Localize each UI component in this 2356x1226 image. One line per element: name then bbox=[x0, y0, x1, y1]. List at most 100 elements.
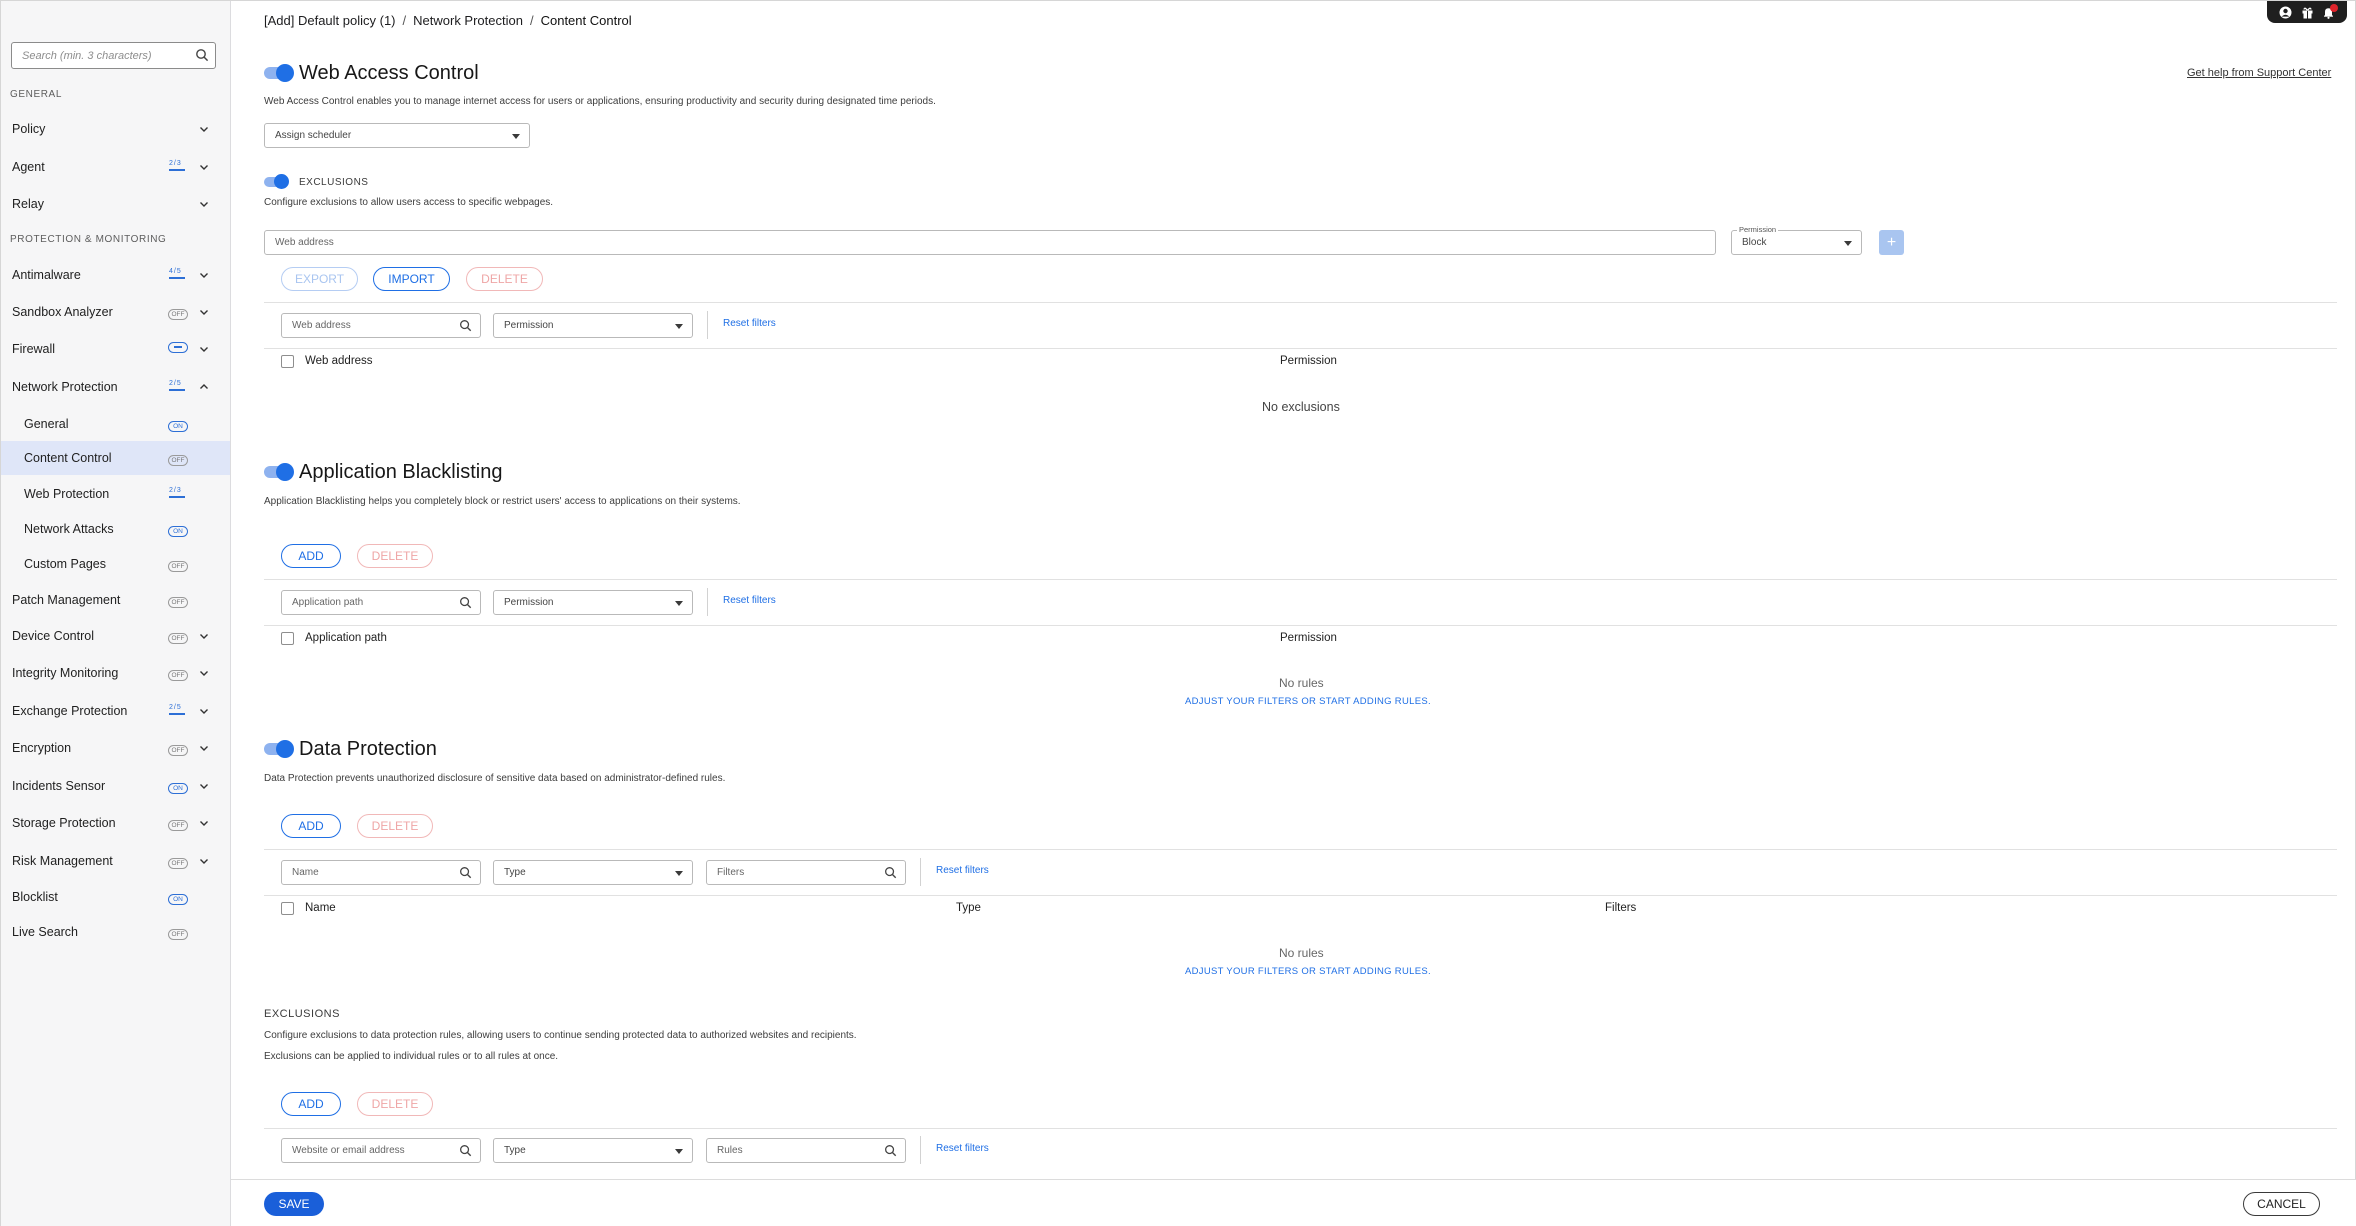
sidebar-item-live-search[interactable]: Live Search OFF bbox=[1, 915, 230, 949]
sidebar-subitem-web-protection[interactable]: Web Protection 2/3 bbox=[1, 477, 230, 511]
sidebar-search-input[interactable] bbox=[12, 43, 182, 68]
column-header-permission[interactable]: Permission bbox=[1280, 355, 1337, 367]
search-icon[interactable] bbox=[884, 1144, 897, 1160]
search-icon[interactable] bbox=[459, 1144, 472, 1160]
filter-name-input[interactable]: Name bbox=[281, 860, 481, 885]
chevron-down-icon[interactable] bbox=[199, 198, 209, 212]
sidebar-item-antimalware[interactable]: Antimalware 4/5 bbox=[1, 258, 230, 292]
chevron-down-icon[interactable] bbox=[199, 667, 209, 681]
reset-filters-link[interactable]: Reset filters bbox=[723, 318, 776, 329]
column-header-web-address[interactable]: Web address bbox=[305, 355, 373, 367]
add-button[interactable]: ADD bbox=[281, 814, 341, 838]
adjust-filters-link[interactable]: ADJUST YOUR FILTERS OR START ADDING RULE… bbox=[1185, 966, 1431, 977]
delete-button[interactable]: DELETE bbox=[466, 267, 543, 291]
search-icon[interactable] bbox=[195, 48, 209, 67]
sidebar-item-label: Risk Management bbox=[12, 854, 113, 868]
search-icon[interactable] bbox=[459, 319, 472, 335]
column-header-filters[interactable]: Filters bbox=[1605, 902, 1636, 914]
chevron-down-icon[interactable] bbox=[199, 123, 209, 137]
gift-icon[interactable] bbox=[2301, 6, 2314, 19]
sidebar-item-network-protection[interactable]: Network Protection 2/5 bbox=[1, 370, 230, 404]
column-header-application-path[interactable]: Application path bbox=[305, 632, 387, 644]
user-icon[interactable] bbox=[2279, 6, 2292, 19]
import-button[interactable]: IMPORT bbox=[373, 267, 450, 291]
select-all-checkbox[interactable] bbox=[281, 355, 294, 368]
chevron-down-icon[interactable] bbox=[199, 343, 209, 357]
sidebar-item-exchange-protection[interactable]: Exchange Protection 2/5 bbox=[1, 694, 230, 728]
reset-filters-link[interactable]: Reset filters bbox=[936, 1143, 989, 1154]
sidebar-item-policy[interactable]: Policy bbox=[1, 112, 230, 146]
reset-filters-link[interactable]: Reset filters bbox=[723, 595, 776, 606]
add-exclusion-button[interactable]: + bbox=[1879, 230, 1904, 255]
chevron-down-icon[interactable] bbox=[199, 855, 209, 869]
assign-scheduler-select[interactable]: Assign scheduler bbox=[264, 123, 530, 148]
chevron-down-icon[interactable] bbox=[199, 780, 209, 794]
web-access-control-toggle[interactable] bbox=[264, 64, 294, 82]
delete-button[interactable]: DELETE bbox=[357, 544, 433, 568]
sidebar-item-encryption[interactable]: Encryption OFF bbox=[1, 731, 230, 765]
group-label-protection: PROTECTION & MONITORING bbox=[10, 234, 167, 245]
sidebar-subitem-network-attacks[interactable]: Network Attacks ON bbox=[1, 512, 230, 546]
filter-web-address-input[interactable]: Web address bbox=[281, 313, 481, 338]
filter-website-email-input[interactable]: Website or email address bbox=[281, 1138, 481, 1163]
search-icon[interactable] bbox=[459, 866, 472, 882]
sidebar-item-firewall[interactable]: Firewall bbox=[1, 332, 230, 366]
chevron-down-icon[interactable] bbox=[199, 742, 209, 756]
sidebar-item-sandbox[interactable]: Sandbox Analyzer OFF bbox=[1, 295, 230, 329]
column-header-type[interactable]: Type bbox=[956, 902, 981, 914]
filter-permission-select[interactable]: Permission bbox=[493, 313, 693, 338]
exclusions-add-button[interactable]: ADD bbox=[281, 1092, 341, 1116]
sidebar-item-blocklist[interactable]: Blocklist ON bbox=[1, 880, 230, 914]
sidebar-item-integrity-monitoring[interactable]: Integrity Monitoring OFF bbox=[1, 656, 230, 690]
chevron-down-icon[interactable] bbox=[199, 630, 209, 644]
sidebar-item-storage-protection[interactable]: Storage Protection OFF bbox=[1, 806, 230, 840]
exclusions-delete-button[interactable]: DELETE bbox=[357, 1092, 433, 1116]
save-button[interactable]: SAVE bbox=[264, 1192, 324, 1216]
breadcrumb-section[interactable]: Network Protection bbox=[413, 13, 523, 28]
adjust-filters-link[interactable]: ADJUST YOUR FILTERS OR START ADDING RULE… bbox=[1185, 696, 1431, 707]
search-icon[interactable] bbox=[459, 596, 472, 612]
breadcrumb-policy[interactable]: [Add] Default policy (1) bbox=[264, 13, 396, 28]
bell-icon[interactable] bbox=[2322, 3, 2338, 19]
sidebar-item-incidents-sensor[interactable]: Incidents Sensor ON bbox=[1, 769, 230, 803]
select-all-checkbox[interactable] bbox=[281, 632, 294, 645]
filter-permission-select[interactable]: Permission bbox=[493, 590, 693, 615]
divider bbox=[707, 588, 708, 616]
export-button[interactable]: EXPORT bbox=[281, 267, 358, 291]
sidebar-item-relay[interactable]: Relay bbox=[1, 187, 230, 221]
column-header-permission[interactable]: Permission bbox=[1280, 632, 1337, 644]
chevron-up-icon[interactable] bbox=[199, 381, 209, 395]
sidebar-subitem-custom-pages[interactable]: Custom Pages OFF bbox=[1, 547, 230, 581]
reset-filters-link[interactable]: Reset filters bbox=[936, 865, 989, 876]
wac-exclusions-toggle[interactable] bbox=[264, 174, 294, 189]
sidebar-item-device-control[interactable]: Device Control OFF bbox=[1, 619, 230, 653]
status-badge-off: OFF bbox=[168, 925, 188, 940]
sidebar-item-patch-management[interactable]: Patch Management OFF bbox=[1, 583, 230, 617]
column-header-name[interactable]: Name bbox=[305, 902, 336, 914]
delete-button[interactable]: DELETE bbox=[357, 814, 433, 838]
filter-rules-input[interactable]: Rules bbox=[706, 1138, 906, 1163]
select-all-checkbox[interactable] bbox=[281, 902, 294, 915]
chevron-down-icon[interactable] bbox=[199, 161, 209, 175]
cancel-button[interactable]: CANCEL bbox=[2243, 1192, 2320, 1216]
filter-exclusion-type-select[interactable]: Type bbox=[493, 1138, 693, 1163]
application-blacklisting-toggle[interactable] bbox=[264, 463, 294, 481]
chevron-down-icon[interactable] bbox=[199, 269, 209, 283]
sidebar-subitem-general[interactable]: General ON bbox=[1, 407, 230, 441]
sidebar-item-risk-management[interactable]: Risk Management OFF bbox=[1, 844, 230, 878]
chevron-down-icon[interactable] bbox=[199, 817, 209, 831]
web-address-input[interactable]: Web address bbox=[264, 230, 1716, 255]
sidebar-item-label: Blocklist bbox=[12, 890, 58, 904]
filter-filters-input[interactable]: Filters bbox=[706, 860, 906, 885]
chevron-down-icon[interactable] bbox=[199, 705, 209, 719]
add-button[interactable]: ADD bbox=[281, 544, 341, 568]
sidebar-subitem-content-control[interactable]: Content Control OFF bbox=[1, 441, 230, 475]
search-icon[interactable] bbox=[884, 866, 897, 882]
filter-type-select[interactable]: Type bbox=[493, 860, 693, 885]
data-protection-toggle[interactable] bbox=[264, 740, 294, 758]
sidebar-item-agent[interactable]: Agent 2/3 bbox=[1, 150, 230, 184]
sidebar-search[interactable] bbox=[11, 42, 216, 69]
filter-application-path-input[interactable]: Application path bbox=[281, 590, 481, 615]
support-center-link[interactable]: Get help from Support Center bbox=[2187, 67, 2331, 79]
chevron-down-icon[interactable] bbox=[199, 306, 209, 320]
